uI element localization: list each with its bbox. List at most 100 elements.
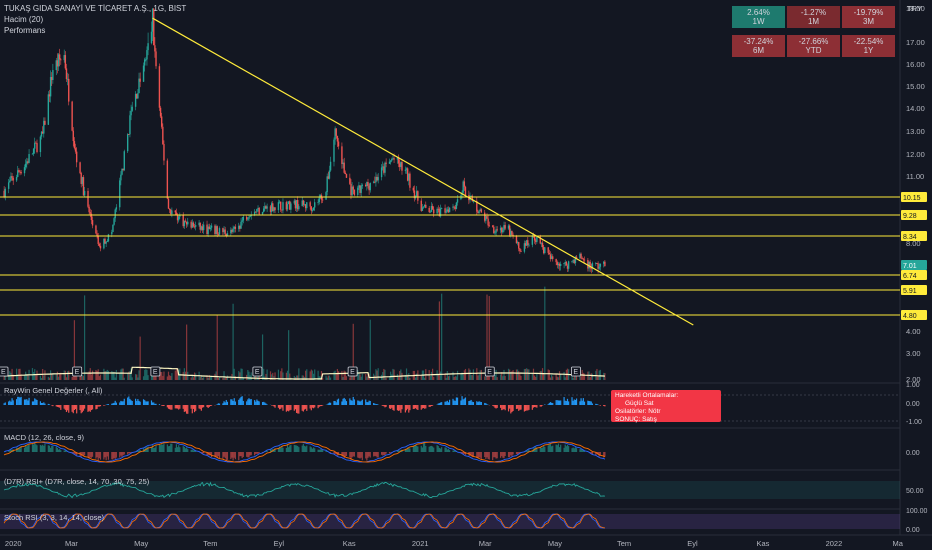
volume-bar bbox=[11, 368, 13, 380]
macd-bar bbox=[487, 452, 489, 460]
x-tick-label: Tem bbox=[203, 539, 217, 548]
volume-bar bbox=[65, 377, 68, 380]
candle-body bbox=[256, 208, 258, 212]
histogram-bar bbox=[130, 400, 132, 405]
volume-bar bbox=[376, 370, 378, 380]
price-tag-label: 8.34 bbox=[903, 234, 917, 241]
candle-body bbox=[440, 208, 443, 210]
histogram-bar bbox=[369, 400, 371, 405]
histogram-bar bbox=[289, 405, 291, 411]
volume-bar bbox=[98, 376, 100, 380]
macd-bar bbox=[163, 443, 165, 452]
candle-body bbox=[563, 263, 565, 265]
macd-bar bbox=[95, 452, 97, 459]
histogram-bar bbox=[420, 405, 422, 410]
macd-bar bbox=[234, 452, 236, 460]
histogram-bar bbox=[129, 398, 131, 405]
performance-period: 1M bbox=[807, 17, 820, 26]
histogram-bar bbox=[232, 400, 234, 405]
descending-trendline bbox=[152, 17, 694, 326]
volume-bar bbox=[358, 373, 360, 380]
currency-label: TRY bbox=[907, 4, 922, 13]
histogram-bar bbox=[255, 401, 257, 405]
macd-bar bbox=[114, 452, 116, 459]
histogram-bar bbox=[234, 401, 236, 405]
candle-body bbox=[290, 203, 292, 210]
macd-bar bbox=[39, 445, 42, 452]
histogram-bar bbox=[294, 405, 297, 410]
performance-period: 1W bbox=[752, 17, 765, 26]
volume-bar bbox=[385, 377, 387, 380]
histogram-bar bbox=[293, 405, 295, 411]
histogram-bar bbox=[71, 405, 73, 412]
histogram-bar bbox=[603, 405, 605, 407]
candle-body bbox=[107, 234, 110, 242]
histogram-bar bbox=[26, 399, 28, 405]
candle-body bbox=[337, 141, 340, 147]
volume-bar bbox=[71, 376, 73, 380]
x-tick-label: Tem bbox=[617, 539, 631, 548]
histogram-bar bbox=[272, 405, 274, 406]
histogram-bar bbox=[120, 400, 122, 405]
volume-bar bbox=[89, 368, 91, 380]
macd-bar bbox=[294, 445, 297, 452]
histogram-bar bbox=[23, 399, 26, 405]
macd-bar bbox=[568, 446, 570, 452]
volume-bar bbox=[103, 368, 105, 380]
macd-bar bbox=[246, 452, 248, 457]
volume-bar bbox=[382, 372, 384, 380]
macd-bar bbox=[502, 452, 504, 458]
candle-body bbox=[242, 216, 245, 221]
candle-body bbox=[174, 210, 176, 213]
volume-bar bbox=[517, 369, 519, 380]
chart-canvas[interactable]: 18.0017.0016.0015.0014.0013.0012.0011.00… bbox=[0, 0, 932, 550]
rsi-axis-label: 50.00 bbox=[906, 488, 924, 495]
volume-bar bbox=[97, 369, 99, 380]
macd-bar bbox=[99, 452, 102, 460]
histogram-bar bbox=[135, 398, 137, 405]
raywin-axis-label: 0.00 bbox=[906, 401, 920, 408]
histogram-bar bbox=[146, 401, 148, 405]
macd-bar bbox=[309, 446, 311, 452]
macd-bar bbox=[97, 452, 99, 461]
performance-cell-3m: -19.79% 3M bbox=[842, 6, 895, 28]
candle-body bbox=[463, 181, 466, 187]
volume-bar bbox=[199, 376, 201, 380]
macd-bar bbox=[52, 446, 54, 452]
volume-bar bbox=[329, 377, 332, 380]
candle-body bbox=[353, 189, 356, 195]
macd-bar bbox=[55, 446, 57, 452]
candle-body bbox=[154, 45, 156, 52]
macd-bar bbox=[558, 447, 561, 452]
histogram-bar bbox=[217, 403, 219, 405]
volume-bar bbox=[162, 375, 164, 380]
histogram-bar bbox=[574, 399, 577, 405]
candle-body bbox=[385, 162, 387, 164]
volume-bar bbox=[99, 374, 102, 380]
histogram-bar bbox=[328, 402, 331, 405]
macd-bar bbox=[147, 446, 149, 452]
macd-bar bbox=[96, 452, 98, 458]
macd-bar bbox=[416, 445, 418, 452]
volume-bar bbox=[528, 369, 530, 380]
candle-body bbox=[60, 59, 62, 61]
histogram-bar bbox=[128, 396, 130, 405]
candle-body bbox=[361, 184, 364, 186]
y-tick-label: 11.00 bbox=[906, 172, 924, 181]
histogram-bar bbox=[39, 401, 42, 405]
candle-body bbox=[218, 228, 221, 235]
histogram-bar bbox=[580, 398, 582, 405]
macd-bar bbox=[485, 452, 487, 460]
y-tick-label: 12.00 bbox=[906, 150, 925, 159]
volume-bar bbox=[334, 370, 336, 380]
volume-bar bbox=[582, 372, 584, 380]
histogram-bar bbox=[405, 405, 408, 411]
histogram-bar bbox=[587, 400, 589, 405]
macd-bar bbox=[580, 448, 582, 452]
candle-body bbox=[143, 59, 146, 66]
macd-bar bbox=[28, 444, 30, 452]
candle-body bbox=[341, 146, 343, 164]
histogram-bar bbox=[447, 402, 450, 405]
macd-bar bbox=[511, 452, 513, 457]
performance-cell-1w: 2.64% 1W bbox=[732, 6, 785, 28]
